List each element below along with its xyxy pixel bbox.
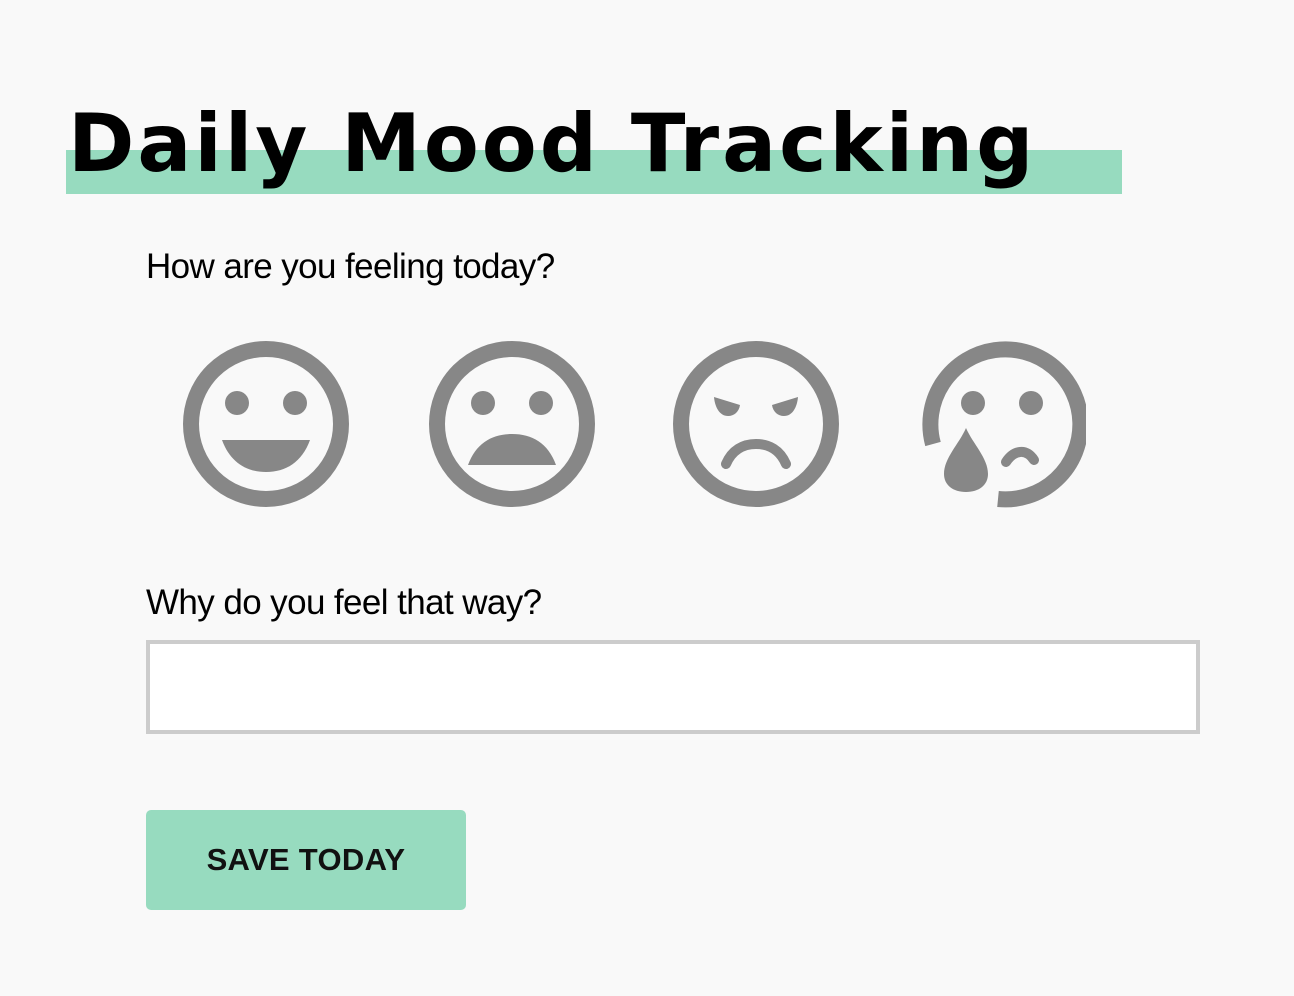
save-today-button[interactable]: SAVE TODAY (146, 810, 466, 910)
mood-reason-input[interactable] (146, 640, 1200, 734)
mood-option-happy[interactable] (182, 340, 350, 508)
page-title: Daily Mood Tracking (68, 97, 1037, 190)
crying-face-icon (922, 341, 1086, 508)
mood-option-sad[interactable] (428, 340, 596, 508)
mood-option-angry[interactable] (672, 340, 840, 508)
mood-option-crying[interactable] (918, 340, 1086, 508)
reason-question-label: Why do you feel that way? (146, 583, 542, 622)
happy-face-icon (183, 341, 349, 507)
page-header: Daily Mood Tracking (66, 92, 1122, 194)
angry-face-icon (673, 341, 839, 507)
mood-question-label: How are you feeling today? (146, 247, 555, 286)
sad-face-icon (429, 341, 595, 507)
